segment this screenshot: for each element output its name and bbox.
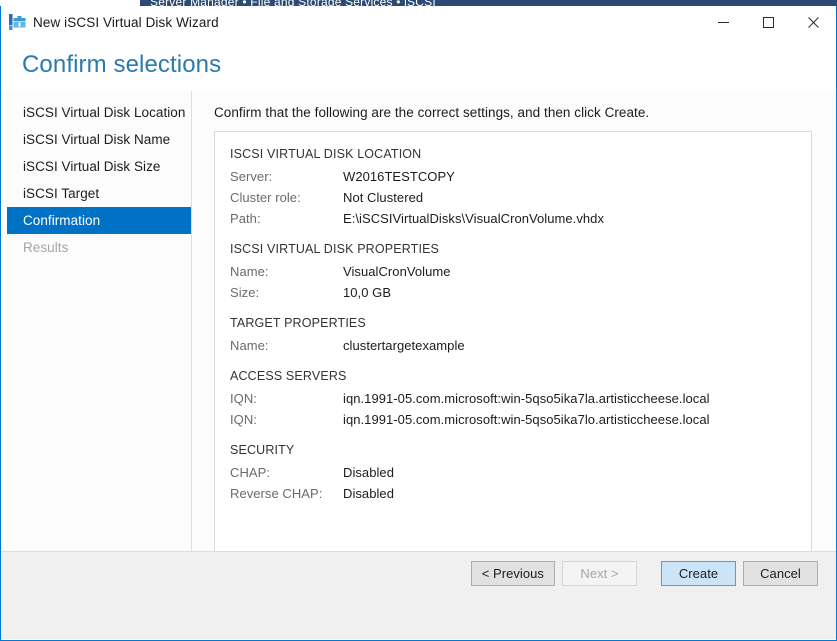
next-button: Next >	[562, 561, 637, 586]
cancel-button[interactable]: Cancel	[743, 561, 818, 586]
window-controls	[701, 6, 836, 38]
summary-section: iSCSI VIRTUAL DISK PROPERTIES Name:Visual…	[230, 242, 795, 303]
summary-row: Name:VisualCronVolume	[230, 261, 795, 282]
summary-row-label: IQN:	[230, 409, 343, 430]
summary-row-value: 10,0 GB	[343, 282, 391, 303]
summary-row-value: W2016TESTCOPY	[343, 166, 455, 187]
settings-summary-box: iSCSI VIRTUAL DISK LOCATION Server:W2016T…	[214, 131, 812, 568]
window-title: New iSCSI Virtual Disk Wizard	[33, 15, 219, 30]
summary-row: Cluster role:Not Clustered	[230, 187, 795, 208]
summary-row: CHAP:Disabled	[230, 462, 795, 483]
wizard-main-content: Confirm that the following are the corre…	[192, 91, 836, 551]
sidebar-item-results: Results	[1, 234, 191, 261]
section-title: TARGET PROPERTIES	[230, 316, 795, 330]
section-title: ACCESS SERVERS	[230, 369, 795, 383]
create-button[interactable]: Create	[661, 561, 736, 586]
wizard-dialog-screen: Server Manager • File and Storage Servic…	[0, 0, 837, 641]
summary-row-value: clustertargetexample	[343, 335, 465, 356]
wizard-step-nav: iSCSI Virtual Disk LocationiSCSI Virtual…	[1, 91, 192, 551]
wizard-footer: < Previous Next > Create Cancel	[1, 551, 836, 639]
sidebar-item-confirmation[interactable]: Confirmation	[7, 207, 191, 234]
summary-row: Path:E:\iSCSIVirtualDisks\VisualCronVolu…	[230, 208, 795, 229]
summary-row-label: Size:	[230, 282, 343, 303]
titlebar[interactable]: New iSCSI Virtual Disk Wizard	[1, 6, 836, 38]
new-iscsi-virtual-disk-wizard-window: New iSCSI Virtual Disk Wizard Confirm s	[0, 6, 837, 641]
summary-row-label: Name:	[230, 335, 343, 356]
summary-row: Size:10,0 GB	[230, 282, 795, 303]
sidebar-item-iscsi-virtual-disk-size[interactable]: iSCSI Virtual Disk Size	[1, 153, 191, 180]
summary-row-value: iqn.1991-05.com.microsoft:win-5qso5ika7l…	[343, 388, 710, 409]
page-title: Confirm selections	[22, 51, 221, 79]
sidebar-item-iscsi-virtual-disk-location[interactable]: iSCSI Virtual Disk Location	[1, 99, 191, 126]
summary-section: ACCESS SERVERS IQN:iqn.1991-05.com.micros…	[230, 369, 795, 430]
wizard-body: iSCSI Virtual Disk LocationiSCSI Virtual…	[1, 91, 836, 551]
summary-row-value: Disabled	[343, 462, 394, 483]
summary-row-value: Disabled	[343, 483, 394, 504]
summary-row: Server:W2016TESTCOPY	[230, 166, 795, 187]
summary-row-label: IQN:	[230, 388, 343, 409]
wizard-toolbox-icon	[9, 14, 26, 30]
page-header: Confirm selections	[1, 38, 836, 91]
summary-row: Name:clustertargetexample	[230, 335, 795, 356]
section-title: iSCSI VIRTUAL DISK PROPERTIES	[230, 242, 795, 256]
summary-section: iSCSI VIRTUAL DISK LOCATION Server:W2016T…	[230, 147, 795, 229]
summary-row: IQN:iqn.1991-05.com.microsoft:win-5qso5i…	[230, 409, 795, 430]
summary-section: TARGET PROPERTIES Name:clustertargetexamp…	[230, 316, 795, 356]
sidebar-item-iscsi-virtual-disk-name[interactable]: iSCSI Virtual Disk Name	[1, 126, 191, 153]
summary-row-label: Path:	[230, 208, 343, 229]
summary-row-label: Server:	[230, 166, 343, 187]
previous-button[interactable]: < Previous	[471, 561, 555, 586]
summary-row-label: Reverse CHAP:	[230, 483, 343, 504]
summary-row-value: Not Clustered	[343, 187, 423, 208]
summary-section: SECURITY CHAP:DisabledReverse CHAP:Disabl…	[230, 443, 795, 504]
wizard-footer-buttons: < Previous Next > Create Cancel	[471, 561, 818, 586]
summary-row-value: E:\iSCSIVirtualDisks\VisualCronVolume.vh…	[343, 208, 604, 229]
summary-row-value: iqn.1991-05.com.microsoft:win-5qso5ika7l…	[343, 409, 710, 430]
confirm-instruction: Confirm that the following are the corre…	[214, 105, 812, 120]
maximize-button[interactable]	[746, 6, 791, 38]
summary-row: Reverse CHAP:Disabled	[230, 483, 795, 504]
summary-row-label: CHAP:	[230, 462, 343, 483]
summary-row-label: Cluster role:	[230, 187, 343, 208]
sidebar-item-iscsi-target[interactable]: iSCSI Target	[1, 180, 191, 207]
section-title: SECURITY	[230, 443, 795, 457]
section-title: iSCSI VIRTUAL DISK LOCATION	[230, 147, 795, 161]
summary-row: IQN:iqn.1991-05.com.microsoft:win-5qso5i…	[230, 388, 795, 409]
close-button[interactable]	[791, 6, 836, 38]
minimize-button[interactable]	[701, 6, 746, 38]
summary-row-label: Name:	[230, 261, 343, 282]
summary-row-value: VisualCronVolume	[343, 261, 451, 282]
